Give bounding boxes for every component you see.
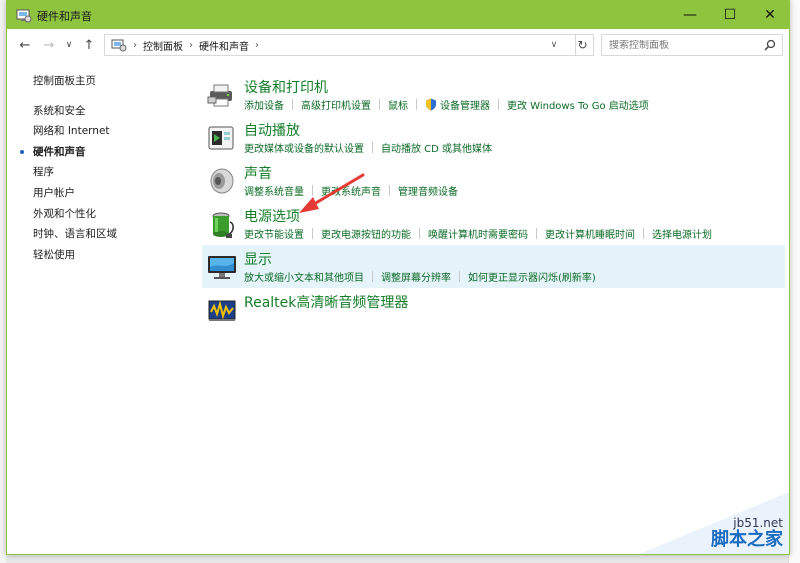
sidebar-item-network[interactable]: 网络和 Internet — [33, 123, 183, 144]
sidebar-item-appearance[interactable]: 外观和个性化 — [33, 206, 183, 227]
category-sound: 声音 调整系统音量 更改系统声音 管理音频设备 — [202, 159, 785, 202]
sidebar-item-programs[interactable]: 程序 — [33, 164, 183, 185]
search-input[interactable] — [609, 39, 759, 51]
titlebar[interactable]: 硬件和声音 — ☐ ✕ — [7, 1, 789, 29]
category-list: 设备和打印机 添加设备 高级打印机设置 鼠标 设备管理器 更改 Windows … — [202, 73, 785, 331]
up-button[interactable]: ↑ — [80, 37, 98, 53]
link-divider — [292, 99, 293, 110]
category-links: 更改媒体或设备的默认设置 自动播放 CD 或其他媒体 — [244, 140, 492, 155]
maximize-button[interactable]: ☐ — [710, 1, 750, 29]
breadcrumb-hardware-sound[interactable]: 硬件和声音 — [199, 38, 249, 53]
link-change-power-saving[interactable]: 更改节能设置 — [244, 226, 304, 241]
link-divider — [312, 228, 313, 239]
control-panel-icon — [16, 9, 32, 23]
link-change-media-defaults[interactable]: 更改媒体或设备的默认设置 — [244, 140, 364, 155]
breadcrumb-control-panel[interactable]: 控制面板 — [143, 38, 183, 53]
breadcrumb-separator: › — [255, 39, 259, 51]
link-divider — [643, 228, 644, 239]
breadcrumb-separator: › — [133, 39, 137, 51]
link-choose-power-plan[interactable]: 选择电源计划 — [652, 226, 712, 241]
speaker-icon[interactable] — [206, 165, 238, 197]
category-display: 显示 放大或缩小文本和其他项目 调整屏幕分辨率 如何更正显示器闪烁(刷新率) — [202, 245, 785, 288]
watermark-name: 脚本之家 — [711, 529, 783, 550]
annotation-arrow-icon — [299, 173, 365, 213]
link-divider — [459, 271, 460, 282]
link-divider — [389, 185, 390, 196]
address-toolbar: ← → ∨ ↑ › 控制面板 › 硬件和声音 › ∨ ↻ — [7, 29, 789, 61]
link-scale-text[interactable]: 放大或缩小文本和其他项目 — [244, 269, 364, 284]
link-divider — [419, 228, 420, 239]
address-dropdown-button[interactable]: ∨ — [547, 34, 561, 56]
category-title[interactable]: Realtek高清晰音频管理器 — [244, 292, 408, 312]
link-autoplay-cd[interactable]: 自动播放 CD 或其他媒体 — [381, 140, 492, 155]
category-devices-printers: 设备和打印机 添加设备 高级打印机设置 鼠标 设备管理器 更改 Windows … — [202, 73, 785, 116]
forward-button[interactable]: → — [40, 37, 58, 53]
category-autoplay: 自动播放 更改媒体或设备的默认设置 自动播放 CD 或其他媒体 — [202, 116, 785, 159]
breadcrumb-separator: › — [189, 39, 193, 51]
sidebar-item-user-accounts[interactable]: 用户帐户 — [33, 185, 183, 206]
link-divider — [498, 99, 499, 110]
category-links: 更改节能设置 更改电源按钮的功能 唤醒计算机时需要密码 更改计算机睡眠时间 选择… — [244, 226, 712, 241]
window-title: 硬件和声音 — [37, 10, 92, 23]
link-divider — [536, 228, 537, 239]
link-power-button-function[interactable]: 更改电源按钮的功能 — [321, 226, 411, 241]
link-adjust-resolution[interactable]: 调整屏幕分辨率 — [381, 269, 451, 284]
link-device-manager[interactable]: 设备管理器 — [440, 97, 490, 112]
link-mouse[interactable]: 鼠标 — [388, 97, 408, 112]
sidebar: 控制面板主页 系统和安全 网络和 Internet 硬件和声音 程序 用户帐户 … — [20, 73, 183, 268]
control-panel-window: 硬件和声音 — ☐ ✕ ← → ∨ ↑ › 控制面板 › 硬件和声音 › ∨ ↻ — [6, 0, 790, 555]
realtek-audio-icon[interactable] — [206, 294, 238, 326]
recent-locations-button[interactable]: ∨ — [60, 37, 78, 53]
link-require-password-on-wake[interactable]: 唤醒计算机时需要密码 — [428, 226, 528, 241]
control-panel-icon — [111, 39, 127, 52]
watermark: jb51.net 脚本之家 — [639, 492, 789, 554]
address-bar[interactable]: › 控制面板 › 硬件和声音 › — [104, 34, 576, 56]
category-title[interactable]: 声音 — [244, 163, 272, 183]
link-fix-flicker[interactable]: 如何更正显示器闪烁(刷新率) — [468, 269, 596, 284]
search-icon[interactable] — [764, 39, 776, 51]
close-button[interactable]: ✕ — [750, 1, 789, 29]
link-change-sleep-time[interactable]: 更改计算机睡眠时间 — [545, 226, 635, 241]
sidebar-item-home[interactable]: 控制面板主页 — [33, 73, 183, 94]
category-title[interactable]: 自动播放 — [244, 120, 300, 140]
link-add-device[interactable]: 添加设备 — [244, 97, 284, 112]
back-button[interactable]: ← — [16, 37, 34, 53]
refresh-button[interactable]: ↻ — [572, 34, 594, 56]
link-manage-audio-devices[interactable]: 管理音频设备 — [398, 183, 458, 198]
sidebar-item-clock-region[interactable]: 时钟、语言和区域 — [33, 226, 183, 247]
category-links: 放大或缩小文本和其他项目 调整屏幕分辨率 如何更正显示器闪烁(刷新率) — [244, 269, 596, 284]
category-title[interactable]: 设备和打印机 — [244, 77, 328, 97]
link-windows-to-go[interactable]: 更改 Windows To Go 启动选项 — [507, 97, 649, 112]
printer-icon[interactable] — [206, 79, 238, 111]
category-power-options: 电源选项 更改节能设置 更改电源按钮的功能 唤醒计算机时需要密码 更改计算机睡眠… — [202, 202, 785, 245]
uac-shield-icon — [426, 98, 436, 111]
sidebar-item-ease-of-access[interactable]: 轻松使用 — [33, 247, 183, 268]
category-links: 添加设备 高级打印机设置 鼠标 设备管理器 更改 Windows To Go 启… — [244, 97, 649, 112]
autoplay-icon[interactable] — [206, 122, 238, 154]
category-realtek-audio: Realtek高清晰音频管理器 — [202, 288, 785, 331]
link-divider — [379, 99, 380, 110]
sidebar-item-system-security[interactable]: 系统和安全 — [33, 103, 183, 124]
sidebar-item-hardware-sound[interactable]: 硬件和声音 — [20, 144, 183, 165]
search-box[interactable] — [601, 34, 783, 56]
link-divider — [372, 271, 373, 282]
monitor-icon[interactable] — [206, 251, 238, 283]
minimize-button[interactable]: — — [670, 1, 710, 29]
link-advanced-printer-setup[interactable]: 高级打印机设置 — [301, 97, 371, 112]
link-divider — [372, 142, 373, 153]
link-divider — [416, 99, 417, 110]
category-title[interactable]: 显示 — [244, 249, 272, 269]
category-title[interactable]: 电源选项 — [244, 206, 300, 226]
battery-icon[interactable] — [206, 208, 238, 240]
